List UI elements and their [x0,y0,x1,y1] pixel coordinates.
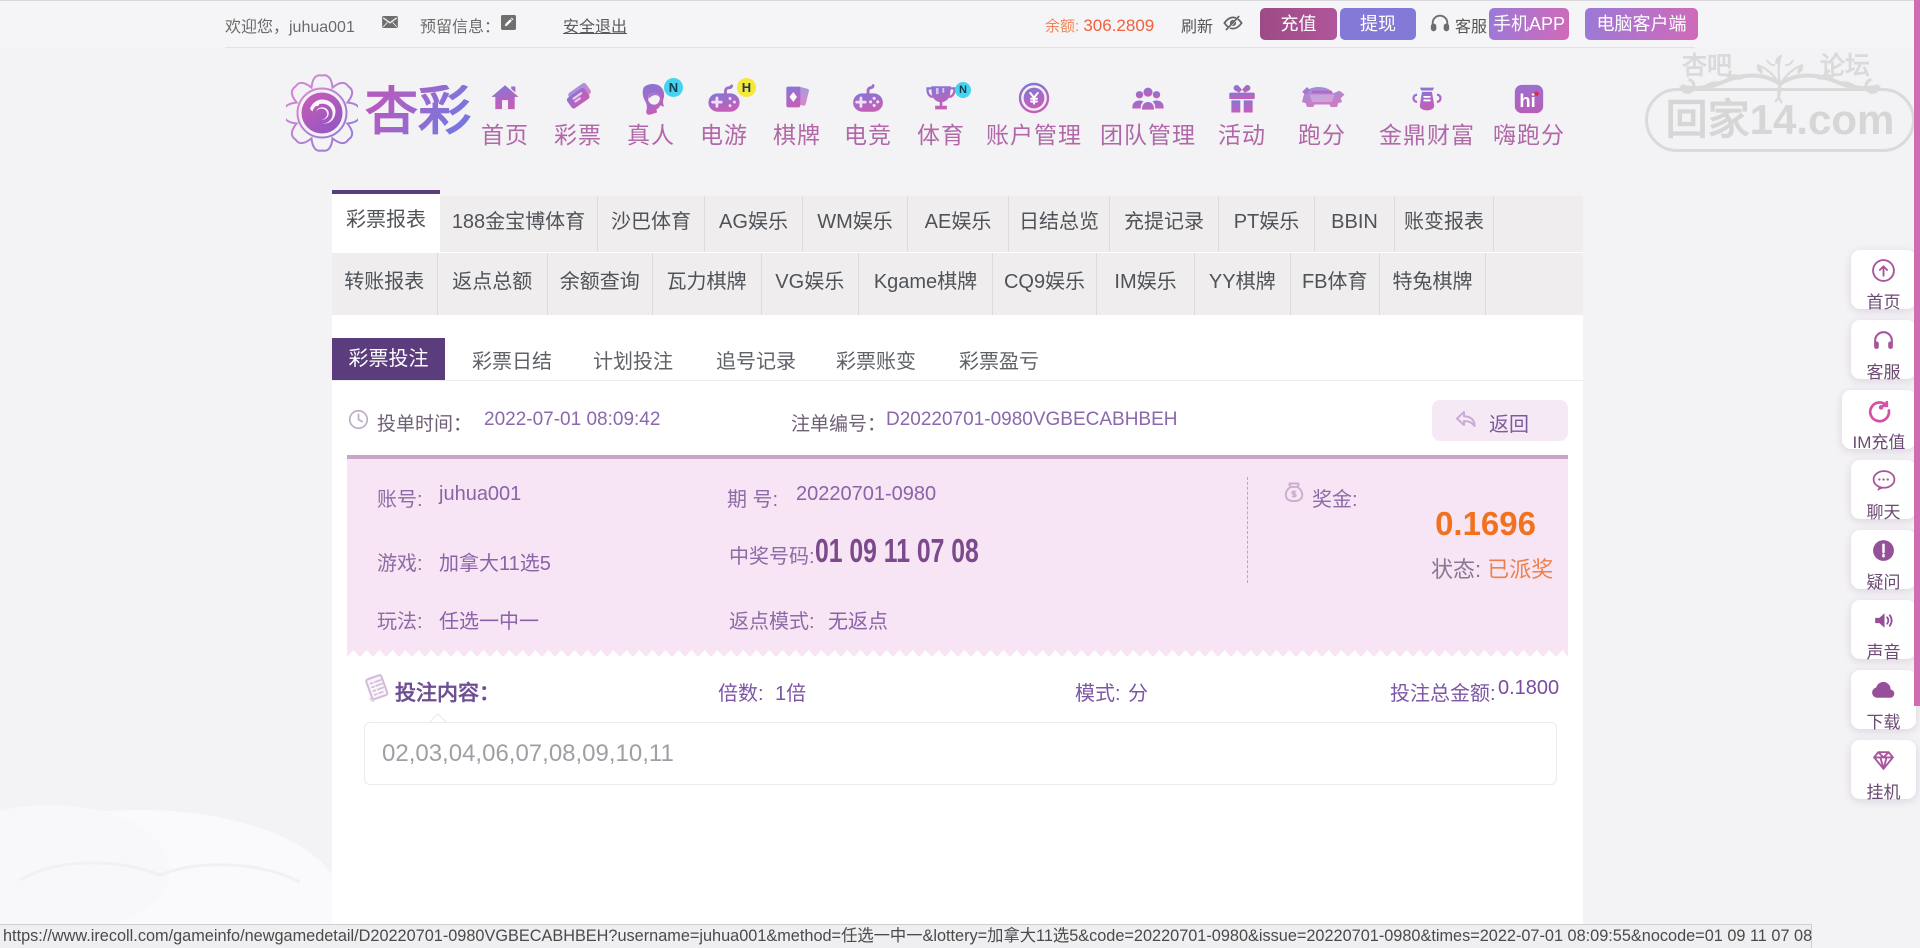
svg-text:hi: hi [1519,90,1535,111]
